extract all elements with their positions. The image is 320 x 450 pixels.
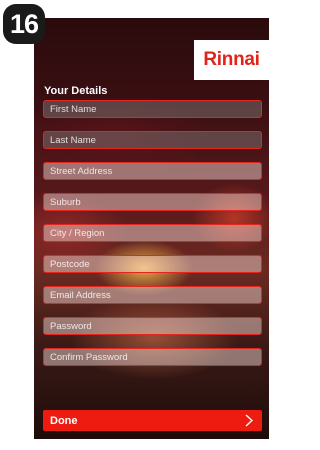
section-title: Your Details <box>44 85 108 97</box>
done-button[interactable]: Done <box>43 410 262 431</box>
street-address-field[interactable]: Street Address <box>43 162 262 180</box>
brand-logo: Rinnai <box>194 40 269 80</box>
email-address-field[interactable]: Email Address <box>43 286 262 304</box>
postcode-field[interactable]: Postcode <box>43 255 262 273</box>
city-region-field[interactable]: City / Region <box>43 224 262 242</box>
brand-logo-text: Rinnai <box>203 49 260 70</box>
done-button-label: Done <box>50 414 78 427</box>
suburb-field[interactable]: Suburb <box>43 193 262 211</box>
confirm-password-field[interactable]: Confirm Password <box>43 348 262 366</box>
password-field[interactable]: Password <box>43 317 262 335</box>
chevron-right-icon <box>244 414 254 428</box>
app-screen: Rinnai Your Details First Name Last Name… <box>34 18 269 439</box>
last-name-field[interactable]: Last Name <box>43 131 262 149</box>
first-name-field[interactable]: First Name <box>43 100 262 118</box>
screenshot-stage: 16 Rinnai Your Details First Name Last N… <box>0 0 271 450</box>
step-number-badge: 16 <box>3 4 45 44</box>
